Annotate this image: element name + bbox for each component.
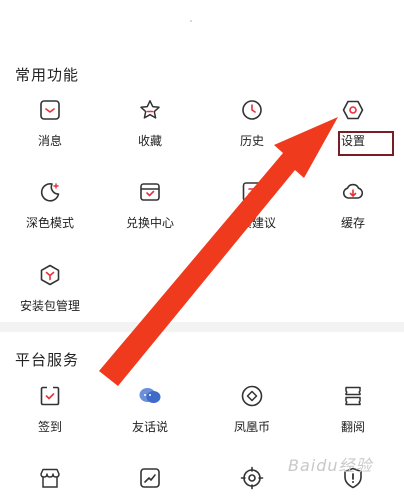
- watermark: Baidu经验: [288, 456, 373, 475]
- annotation-arrow: [99, 117, 338, 386]
- annotation-arrow-shape: [99, 117, 338, 386]
